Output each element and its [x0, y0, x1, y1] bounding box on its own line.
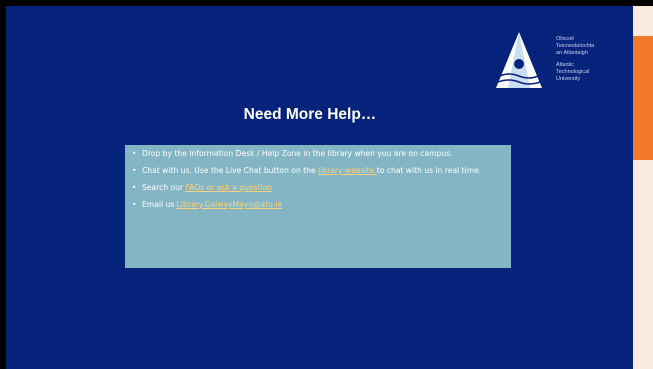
page-title: Need More Help… — [243, 106, 377, 123]
atu-logo-text: Ollscoil Teicneolaíochta an Atlantaigh A… — [556, 36, 630, 83]
bullet-glyph: • — [132, 183, 137, 192]
list-item: • Chat with us. Use the Live Chat button… — [132, 165, 505, 177]
help-list: • Drop by the Information Desk / Help Zo… — [125, 145, 511, 211]
slide: Need More Help… Ollscoil Teicneolaíochta… — [6, 6, 633, 369]
bullet-text: to chat with us in real time. — [376, 166, 482, 175]
list-item: • Email us Library.GalwayMayo@atu.ie — [132, 199, 505, 211]
bullet-glyph: • — [132, 149, 137, 158]
help-panel: • Drop by the Information Desk / Help Zo… — [125, 145, 511, 268]
list-item: • Drop by the Information Desk / Help Zo… — [132, 148, 505, 160]
logo-line: University — [556, 76, 581, 82]
faqs-link[interactable]: FAQs or ask a question — [186, 183, 273, 192]
bullet-text: Chat with us. Use the Live Chat button o… — [142, 166, 319, 175]
logo-line: Teicneolaíochta — [556, 43, 595, 49]
bullet-text: Email us — [142, 200, 177, 209]
accent-orange-bar — [633, 36, 653, 160]
logo-line: an Atlantaigh — [556, 50, 588, 56]
list-item: • Search our FAQs or ask a question — [132, 182, 505, 194]
bullet-text: Search our — [142, 183, 186, 192]
logo-line: Ollscoil — [556, 36, 574, 42]
logo-line: Atlantic — [556, 62, 575, 68]
library-website-link[interactable]: library website — [318, 166, 377, 175]
bullet-text: Drop by the Information Desk / Help Zone… — [142, 149, 453, 158]
bullet-glyph: • — [132, 166, 137, 175]
atu-logo-icon — [496, 32, 542, 88]
logo-line: Technological — [556, 69, 590, 75]
bullet-glyph: • — [132, 200, 137, 209]
email-link[interactable]: Library.GalwayMayo@atu.ie — [177, 200, 282, 209]
